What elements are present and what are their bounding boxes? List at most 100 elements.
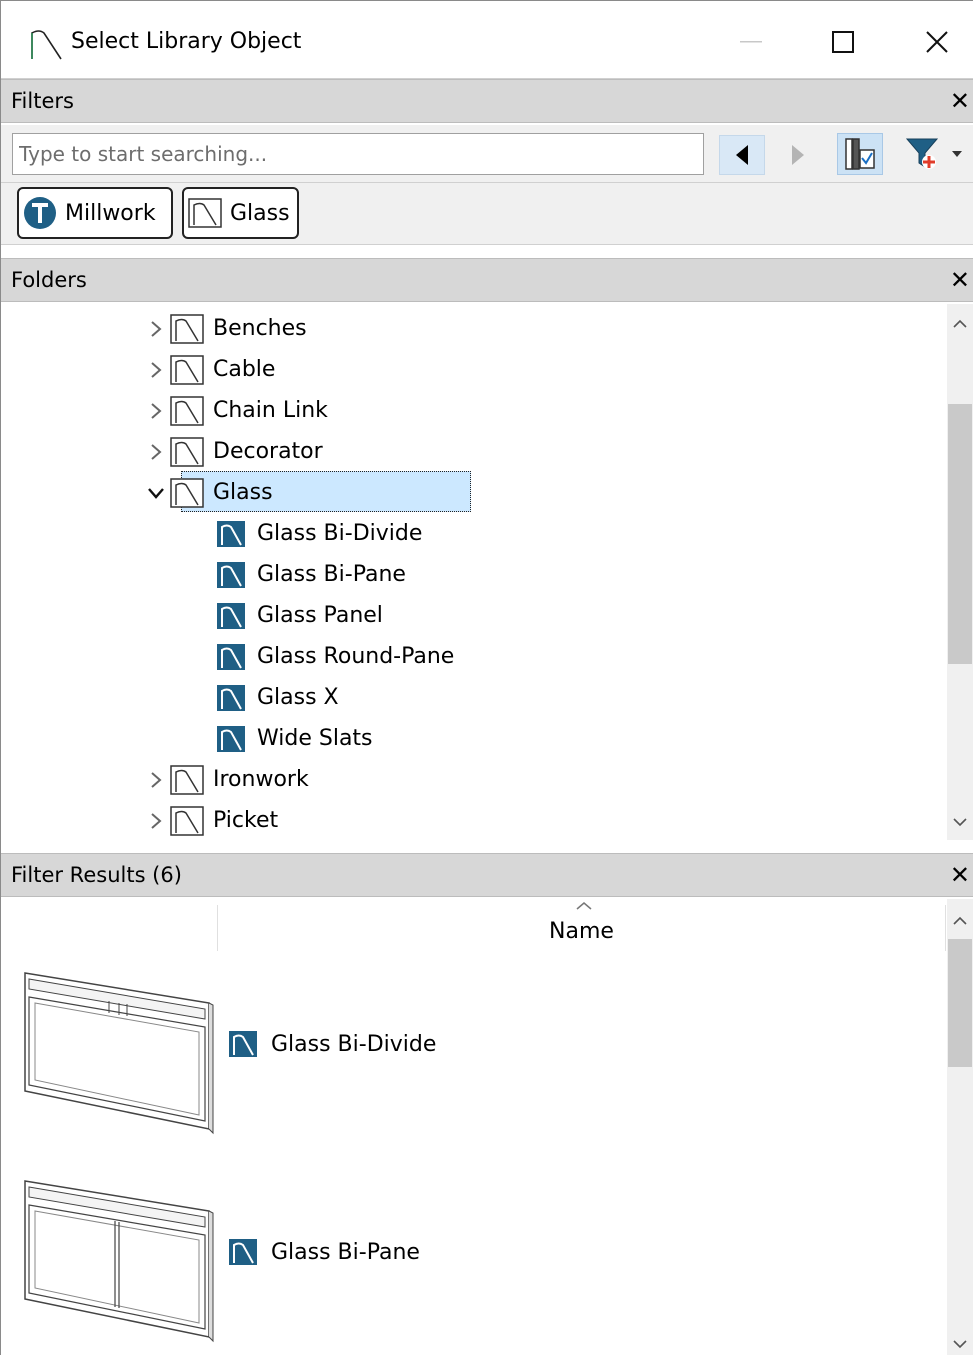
minimize-icon (740, 41, 762, 43)
tree-item[interactable]: Glass Panel (187, 595, 383, 636)
filters-header: Filters ✕ (1, 79, 973, 123)
tree-folder[interactable]: Cable (143, 349, 275, 390)
result-item[interactable]: Glass Bi-Pane (229, 1239, 420, 1265)
railing-item-icon (213, 602, 249, 629)
close-icon (926, 31, 948, 53)
tree-label: Decorator (213, 439, 323, 464)
filter-add-icon (905, 138, 939, 169)
tree-item[interactable]: Glass Round-Pane (187, 636, 454, 677)
folder-tree-scrollbar[interactable] (947, 304, 973, 840)
tree-label: Glass Panel (257, 603, 383, 628)
railing-folder-icon (169, 395, 205, 426)
chevron-down-icon[interactable] (143, 487, 169, 499)
tree-label: Picket (213, 808, 279, 833)
forward-button[interactable] (775, 135, 821, 175)
tree-label: Benches (213, 316, 307, 341)
chevron-right-icon[interactable] (143, 771, 169, 789)
minimize-button[interactable] (723, 17, 779, 67)
chevron-down-icon (952, 151, 962, 157)
tree-label: Glass Round-Pane (257, 644, 455, 669)
scroll-up-icon[interactable] (947, 312, 973, 336)
title-bar: Select Library Object (1, 1, 973, 79)
folders-header-label: Folders (11, 268, 87, 292)
add-filter-button[interactable] (905, 133, 973, 175)
filter-results-header: Filter Results (6) ✕ (1, 853, 973, 897)
tree-label: Glass Bi-Divide (257, 521, 423, 546)
window-title: Select Library Object (71, 29, 302, 54)
railing-folder-icon (169, 805, 205, 836)
sort-ascending-icon (576, 902, 592, 910)
chevron-right-icon[interactable] (143, 361, 169, 379)
railing-item-icon (213, 725, 249, 752)
result-row[interactable]: Glass Bi-Pane (1, 1177, 948, 1355)
close-button[interactable] (909, 17, 965, 67)
triangle-right-icon (792, 145, 804, 165)
tree-folder[interactable]: Glass (143, 472, 273, 513)
results-scrollbar[interactable] (947, 899, 973, 1355)
tree-label: Cable (213, 357, 276, 382)
scroll-thumb[interactable] (948, 404, 972, 664)
railing-folder-icon (169, 313, 205, 344)
filter-tag-glass[interactable]: Glass (182, 187, 299, 239)
tree-item[interactable]: Glass Bi-Pane (187, 554, 406, 595)
railing-app-icon (31, 30, 62, 60)
filters-header-label: Filters (11, 89, 74, 113)
active-filter-tags: Millwork Glass (1, 183, 973, 245)
railing-item-icon (229, 1031, 257, 1057)
tree-item[interactable]: Glass X (187, 677, 339, 718)
search-toolbar (1, 125, 973, 183)
close-results-icon[interactable]: ✕ (950, 861, 970, 889)
result-row[interactable]: Glass Bi-Divide (1, 969, 948, 1169)
result-item-label: Glass Bi-Divide (271, 1031, 437, 1057)
railing-folder-icon (169, 477, 205, 508)
scroll-thumb[interactable] (948, 939, 972, 1067)
chevron-right-icon[interactable] (143, 443, 169, 461)
tree-item[interactable]: Wide Slats (187, 718, 373, 759)
glass-bi-pane-thumbnail (24, 1180, 214, 1343)
railing-item-icon (213, 643, 249, 670)
filter-tag-millwork[interactable]: Millwork (17, 187, 173, 239)
railing-folder-icon (169, 354, 205, 385)
tree-label: Ironwork (213, 767, 309, 792)
chevron-right-icon[interactable] (143, 320, 169, 338)
scroll-up-icon[interactable] (947, 909, 973, 933)
tree-label: Wide Slats (257, 726, 373, 751)
result-item[interactable]: Glass Bi-Divide (229, 1031, 436, 1057)
folder-tree: Benches Cable Chain Link Decorator Glass Glas… (1, 304, 973, 840)
tree-item[interactable]: Glass Bi-Divide (187, 513, 422, 554)
millwork-t-icon (23, 196, 57, 230)
column-divider (217, 905, 218, 951)
triangle-left-icon (736, 145, 748, 165)
filter-results-header-label: Filter Results (6) (11, 863, 182, 887)
tree-folder[interactable]: Chain Link (143, 390, 328, 431)
scroll-down-icon[interactable] (947, 1332, 973, 1355)
tree-folder[interactable]: Decorator (143, 431, 323, 472)
close-folders-icon[interactable]: ✕ (950, 266, 970, 294)
railing-item-icon (213, 561, 249, 588)
railing-folder-icon (188, 198, 222, 228)
railing-folder-icon (169, 436, 205, 467)
back-button[interactable] (719, 135, 765, 175)
railing-item-icon (213, 520, 249, 547)
library-options-button[interactable] (837, 133, 883, 175)
railing-item-icon (229, 1239, 257, 1265)
filter-tag-label: Millwork (65, 200, 156, 226)
filter-results-list: Name Glass Bi-Divide Glass Bi-Pane (1, 899, 973, 1355)
scroll-down-icon[interactable] (947, 810, 973, 834)
tree-folder[interactable]: Ironwork (143, 759, 309, 800)
tree-folder[interactable]: Benches (143, 308, 307, 349)
search-input[interactable] (12, 133, 704, 175)
column-divider (945, 905, 946, 951)
chevron-right-icon[interactable] (143, 812, 169, 830)
tree-label: Glass (213, 480, 273, 505)
railing-folder-icon (169, 764, 205, 795)
library-checklist-icon (845, 138, 875, 170)
tree-folder[interactable]: Picket (143, 800, 278, 840)
close-filters-icon[interactable]: ✕ (950, 87, 970, 115)
results-column-header: Name (1, 899, 948, 951)
name-column-header[interactable]: Name (549, 919, 614, 944)
chevron-right-icon[interactable] (143, 402, 169, 420)
folders-header: Folders ✕ (1, 258, 973, 302)
maximize-button[interactable] (815, 17, 871, 67)
select-library-object-window: Select Library Object Filters ✕ Type to … (0, 0, 973, 1355)
